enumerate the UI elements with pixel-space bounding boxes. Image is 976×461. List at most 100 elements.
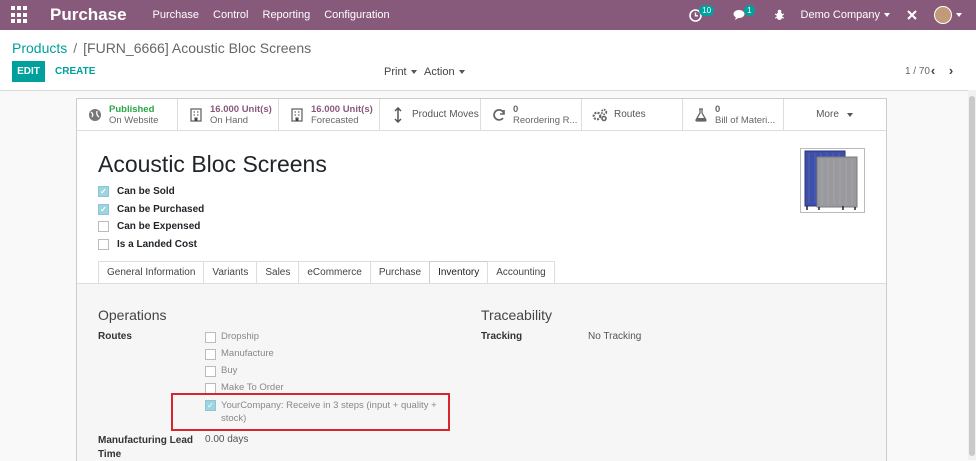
company-switcher[interactable]: Demo Company	[801, 9, 890, 21]
flask-icon	[693, 107, 709, 123]
bill-of-materials-button[interactable]: 0 Bill of Materi...	[683, 99, 784, 130]
arrows-vertical-icon	[390, 106, 406, 123]
user-menu[interactable]	[934, 6, 962, 24]
top-menu: Purchase Control Reporting Configuration	[153, 9, 404, 21]
route-label: Buy	[221, 365, 238, 376]
can-be-expensed-checkbox[interactable]: Can be Expensed	[98, 221, 200, 232]
menu-purchase[interactable]: Purchase	[153, 9, 199, 21]
reordering-label: Reordering R...	[513, 114, 578, 126]
systray: 10 1 Demo Company	[673, 0, 962, 30]
operations-heading: Operations	[98, 307, 167, 323]
checkbox-label: Can be Purchased	[117, 204, 205, 215]
pager-next-button[interactable]: ›	[944, 62, 958, 78]
menu-configuration[interactable]: Configuration	[324, 9, 389, 21]
inventory-tab-content: Operations Routes Dropship Manufacture B…	[77, 284, 886, 461]
label-line: Time	[98, 449, 122, 460]
label-line: Manufacturing Lead	[98, 435, 194, 446]
route-manufacture[interactable]: Manufacture	[205, 348, 274, 360]
route-label: Dropship	[221, 331, 260, 342]
menu-reporting[interactable]: Reporting	[263, 9, 311, 21]
caret-down-icon	[884, 13, 890, 17]
tab-ecommerce[interactable]: eCommerce	[298, 261, 370, 283]
edit-button[interactable]: EDIT	[12, 61, 45, 82]
reordering-rules-button[interactable]: 0 Reordering R...	[481, 99, 582, 130]
checkbox[interactable]	[205, 366, 216, 377]
bom-count: 0	[715, 103, 721, 115]
caret-down-icon	[410, 70, 417, 75]
product-moves-button[interactable]: Product Moves	[380, 99, 481, 130]
checkbox-label: Can be Expensed	[117, 221, 201, 232]
can-be-sold-checkbox[interactable]: ✓ Can be Sold	[98, 186, 175, 197]
scrollbar-thumb[interactable]	[969, 96, 975, 456]
building-icon	[188, 107, 204, 123]
building-icon	[289, 107, 305, 123]
top-navbar: Purchase Purchase Control Reporting Conf…	[0, 0, 976, 30]
debug-button[interactable]	[774, 9, 785, 21]
can-be-purchased-checkbox[interactable]: ✓ Can be Purchased	[98, 204, 204, 215]
tab-variants[interactable]: Variants	[203, 261, 257, 283]
create-button[interactable]: CREATE	[55, 66, 95, 77]
print-label: Print	[384, 66, 407, 78]
routes-button[interactable]: Routes	[582, 99, 683, 130]
traceability-heading: Traceability	[481, 307, 553, 323]
tab-accounting[interactable]: Accounting	[487, 261, 555, 283]
menu-control[interactable]: Control	[213, 9, 248, 21]
pager-previous-button[interactable]: ‹	[926, 63, 940, 78]
route-dropship[interactable]: Dropship	[205, 331, 259, 343]
on-hand-qty: 16.000 Unit(s)	[210, 103, 272, 115]
refresh-icon	[491, 107, 507, 123]
more-button[interactable]: More	[784, 99, 885, 130]
published-sublabel: On Website	[109, 114, 159, 126]
avatar	[934, 6, 952, 24]
tracking-value[interactable]: No Tracking	[588, 331, 641, 342]
app-title[interactable]: Purchase	[50, 5, 127, 25]
checkbox-label: Can be Sold	[117, 186, 175, 197]
breadcrumb: Products / [FURN_6666] Acoustic Bloc Scree…	[12, 40, 311, 56]
on-hand-button[interactable]: 16.000 Unit(s) On Hand	[178, 99, 279, 130]
messages-button[interactable]: 1	[733, 4, 757, 21]
reordering-count: 0	[513, 103, 519, 115]
checkbox-label: Is a Landed Cost	[117, 239, 198, 250]
on-hand-label: On Hand	[210, 114, 249, 126]
route-label: Make To Order	[221, 382, 284, 393]
product-image[interactable]	[800, 148, 865, 213]
tab-sales[interactable]: Sales	[256, 261, 299, 283]
chevron-right-icon: ›	[948, 62, 954, 78]
apps-menu-icon[interactable]	[11, 6, 29, 24]
manufacturing-lead-time-value[interactable]: 0.00 days	[205, 434, 248, 445]
breadcrumb-products[interactable]: Products	[12, 40, 67, 56]
published-button[interactable]: Published On Website	[77, 99, 178, 130]
checkbox[interactable]: ✓	[98, 204, 109, 215]
published-status: Published	[109, 103, 155, 115]
bug-icon	[774, 9, 784, 20]
highlight-annotation-box	[171, 393, 450, 431]
action-dropdown[interactable]: Action	[424, 66, 465, 78]
caret-down-icon	[846, 112, 853, 117]
breadcrumb-current: [FURN_6666] Acoustic Bloc Screens	[83, 40, 312, 56]
tab-purchase[interactable]: Purchase	[369, 261, 430, 283]
caret-down-icon	[458, 70, 465, 75]
activity-button[interactable]: 10	[689, 4, 717, 22]
checkbox[interactable]	[205, 349, 216, 360]
checkbox[interactable]: ✓	[98, 186, 109, 197]
checkbox[interactable]	[205, 332, 216, 343]
product-name[interactable]: Acoustic Bloc Screens	[98, 151, 327, 178]
checkbox[interactable]	[98, 221, 109, 232]
notebook-tabs: General Information Variants Sales eComm…	[98, 261, 555, 283]
route-label: Manufacture	[221, 348, 274, 359]
print-dropdown[interactable]: Print	[384, 66, 417, 78]
tab-general-information[interactable]: General Information	[98, 261, 204, 283]
route-buy[interactable]: Buy	[205, 365, 237, 377]
tools-button[interactable]	[906, 9, 918, 21]
tracking-field-label: Tracking	[481, 331, 523, 342]
control-panel: Products / [FURN_6666] Acoustic Bloc Scree…	[0, 30, 976, 91]
smart-button-box: Published On Website 16.000 Unit(s) On Han…	[77, 99, 886, 131]
routes-field-label: Routes	[98, 331, 132, 342]
more-label: More	[816, 109, 839, 120]
tab-inventory[interactable]: Inventory	[429, 261, 488, 283]
action-label: Action	[424, 66, 455, 78]
forecasted-qty: 16.000 Unit(s)	[311, 103, 373, 115]
checkbox[interactable]	[98, 239, 109, 250]
is-landed-cost-checkbox[interactable]: Is a Landed Cost	[98, 239, 197, 250]
forecasted-button[interactable]: 16.000 Unit(s) Forecasted	[279, 99, 380, 130]
